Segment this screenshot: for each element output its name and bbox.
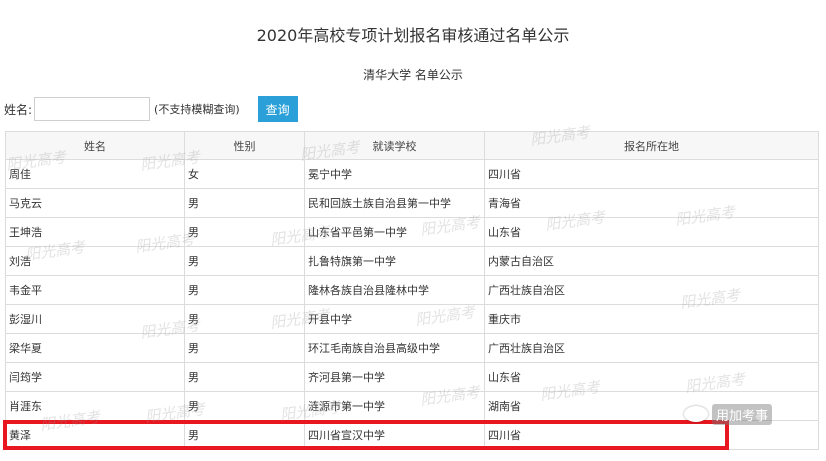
name-cell: 肖涯东: [5, 391, 185, 421]
school-cell: 齐河县第一中学: [304, 362, 485, 392]
table-row: 彭湿川男开县中学 重庆市: [5, 304, 819, 334]
school-cell: 涟源市第一中学: [304, 391, 485, 421]
name-cell: 闫筠学: [5, 362, 185, 392]
school-cell: 环江毛南族自治县高级中学: [304, 333, 485, 363]
column-header: 姓名: [5, 131, 185, 160]
search-hint: (不支持模糊查询): [154, 103, 240, 116]
gender-cell: 女: [184, 159, 305, 189]
table-row: 周佳女冕宁中学 四川省: [5, 159, 819, 189]
gender-cell: 男: [184, 217, 305, 247]
gender-cell: 男: [184, 246, 305, 276]
school-cell: 冕宁中学: [304, 159, 485, 189]
search-bar: 姓名: (不支持模糊查询) 查询: [4, 96, 298, 122]
name-cell: 梁华夏: [5, 333, 185, 363]
result-table: 姓名 性别 就读学校 报名所在地 周佳女冕宁中学 四川省 马克云男民和回族土族自治县第一中…: [5, 131, 819, 450]
location-cell: 广西壮族自治区: [484, 275, 819, 305]
school-cell: 民和回族土族自治县第一中学: [304, 188, 485, 218]
location-cell: 四川省: [484, 159, 819, 189]
table-row: 韦金平男隆林各族自治县隆林中学 广西壮族自治区: [5, 275, 819, 305]
school-cell: 扎鲁特旗第一中学: [304, 246, 485, 276]
name-cell: 马克云: [5, 188, 185, 218]
table-header-row: 姓名 性别 就读学校 报名所在地: [5, 131, 819, 160]
table-row: 黄泽男四川省宣汉中学 四川省: [5, 420, 819, 450]
school-cell: 四川省宣汉中学: [304, 420, 485, 450]
location-cell: 广西壮族自治区: [484, 333, 819, 363]
name-cell: 黄泽: [5, 420, 185, 450]
name-cell: 韦金平: [5, 275, 185, 305]
page-title: 2020年高校专项计划报名审核通过名单公示: [256, 26, 570, 45]
column-header: 就读学校: [304, 131, 485, 160]
school-cell: 隆林各族自治县隆林中学: [304, 275, 485, 305]
school-cell: 开县中学: [304, 304, 485, 334]
name-cell: 王坤浩: [5, 217, 185, 247]
search-label: 姓名:: [4, 102, 33, 117]
search-button[interactable]: 查询: [257, 96, 298, 122]
location-cell: 山东省: [484, 362, 819, 392]
gender-cell: 男: [184, 362, 305, 392]
location-cell: 山东省: [484, 217, 819, 247]
gender-cell: 男: [184, 391, 305, 421]
name-cell: 刘浩: [5, 246, 185, 276]
location-cell: 青海省: [484, 188, 819, 218]
gender-cell: 男: [184, 304, 305, 334]
name-search-input[interactable]: [34, 97, 151, 121]
table-row: 梁华夏男环江毛南族自治县高级中学 广西壮族自治区: [5, 333, 819, 363]
gender-cell: 男: [184, 275, 305, 305]
location-cell: 湖南省: [484, 391, 819, 421]
location-cell: 重庆市: [484, 304, 819, 334]
name-cell: 彭湿川: [5, 304, 185, 334]
table-row: 刘浩男扎鲁特旗第一中学 内蒙古自治区: [5, 246, 819, 276]
table-row: 王坤浩男山东省平邑第一中学 山东省: [5, 217, 819, 247]
gender-cell: 男: [184, 188, 305, 218]
gender-cell: 男: [184, 420, 305, 450]
school-cell: 山东省平邑第一中学: [304, 217, 485, 247]
column-header: 报名所在地: [484, 131, 819, 160]
location-cell: 四川省: [484, 420, 819, 450]
table-row: 马克云男民和回族土族自治县第一中学 青海省: [5, 188, 819, 218]
table-row: 闫筠学男齐河县第一中学 山东省: [5, 362, 819, 392]
table-row: 肖涯东男涟源市第一中学 湖南省: [5, 391, 819, 421]
location-cell: 内蒙古自治区: [484, 246, 819, 276]
page-subtitle: 清华大学 名单公示: [363, 68, 463, 82]
gender-cell: 男: [184, 333, 305, 363]
table-body: 周佳女冕宁中学 四川省 马克云男民和回族土族自治县第一中学 青海省 王坤浩男山东省平邑第…: [5, 159, 819, 450]
column-header: 性别: [184, 131, 305, 160]
name-cell: 周佳: [5, 159, 185, 189]
